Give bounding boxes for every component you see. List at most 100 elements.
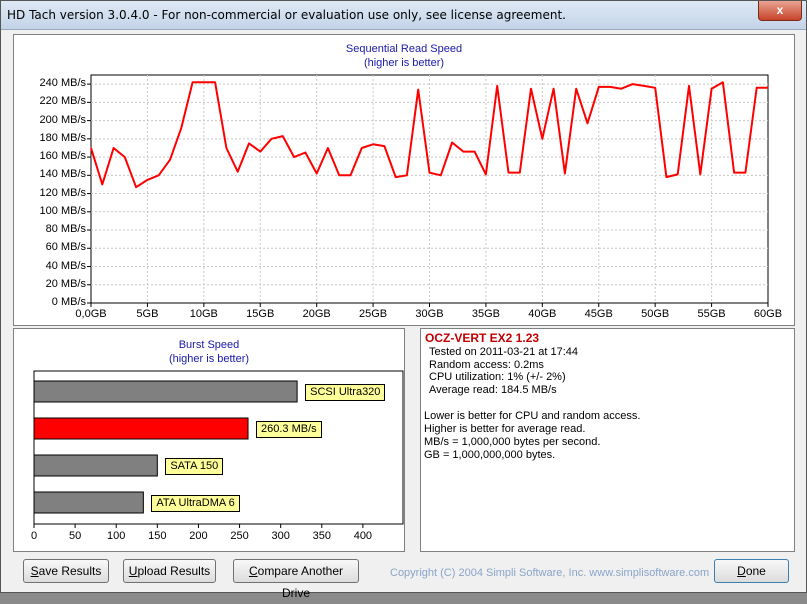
burst-bar-label: ATA UltraDMA 6 <box>151 495 240 512</box>
seq-data-point <box>259 151 261 153</box>
drive-name: OCZ-VERT EX2 1.23 <box>425 331 540 345</box>
burst-speed-panel: Burst Speed (higher is better) SCSI Ultr… <box>13 328 405 552</box>
seq-data-point <box>338 174 340 176</box>
seq-data-point <box>519 171 521 174</box>
save-label: ave Results <box>38 564 102 578</box>
burst-bar-label: 260.3 MB/s <box>256 421 322 438</box>
tested-on: Tested on 2011-03-21 at 17:44 <box>429 346 579 358</box>
burst-speed-chart <box>33 370 404 528</box>
note-cpu: Lower is better for CPU and random acces… <box>424 410 641 422</box>
note-avg: Higher is better for average read. <box>424 423 586 435</box>
window-title: HD Tach version 3.0.4.0 - For non-commer… <box>7 8 566 22</box>
seq-data-point <box>699 173 701 176</box>
burst-xtick-label: 150 <box>148 530 167 542</box>
seq-data-point <box>756 87 758 89</box>
burst-bar-label: SATA 150 <box>165 458 224 475</box>
burst-bar <box>33 417 249 440</box>
seq-data-point <box>417 88 419 91</box>
seq-data-point <box>474 151 476 153</box>
seq-data-point <box>383 145 385 147</box>
sequential-read-panel: Sequential Read Speed (higher is better)… <box>13 34 795 326</box>
upload-results-button[interactable]: Upload Results <box>123 559 216 583</box>
copyright-text[interactable]: Copyright (C) 2004 Simpli Software, Inc.… <box>390 567 709 579</box>
seq-data-point <box>507 171 510 174</box>
seq-data-point <box>180 127 182 129</box>
seq-data-point <box>643 85 645 87</box>
seq-data-point <box>496 85 498 87</box>
seq-data-point <box>598 86 600 88</box>
done-accel: D <box>737 564 746 578</box>
seq-data-point <box>530 88 532 90</box>
seq-data-point <box>428 171 431 174</box>
seq-data-point <box>237 171 239 173</box>
seq-data-point <box>270 138 273 140</box>
burst-xtick-label: 400 <box>353 530 373 542</box>
upload-label: pload Results <box>137 564 211 578</box>
seq-data-point <box>406 174 408 176</box>
seq-data-point <box>665 176 668 178</box>
seq-data-point <box>564 172 566 175</box>
seq-data-point <box>609 86 611 88</box>
compare-accel: C <box>248 564 258 578</box>
cpu-utilization: CPU utilization: 1% (+/- 2%) <box>429 371 566 383</box>
seq-data-point <box>203 81 205 83</box>
seq-data-point <box>169 159 171 161</box>
seq-data-point <box>191 81 194 83</box>
seq-data-point <box>90 147 92 149</box>
save-accel: S <box>30 564 39 578</box>
app-window: HD Tach version 3.0.4.0 - For non-commer… <box>0 0 807 600</box>
close-button[interactable]: x <box>758 1 802 21</box>
seq-data-point <box>225 147 227 149</box>
burst-xtick-label: 0 <box>30 530 38 542</box>
compare-another-drive-button[interactable]: Compare Another Drive <box>233 559 359 600</box>
title-bar[interactable]: HD Tach version 3.0.4.0 - For non-commer… <box>1 1 806 30</box>
seq-data-point <box>112 147 115 149</box>
burst-bar <box>33 491 144 514</box>
seq-data-point <box>541 138 543 140</box>
burst-bar <box>33 380 298 403</box>
seq-data-point <box>304 151 306 154</box>
seq-data-point <box>158 174 160 176</box>
seq-data-point <box>146 179 149 181</box>
seq-data-point <box>733 171 735 174</box>
seq-data-point <box>654 87 656 89</box>
burst-xtick-label: 300 <box>271 530 290 542</box>
seq-data-point <box>248 142 250 144</box>
seq-data-point <box>744 171 747 174</box>
seq-data-point <box>372 143 374 145</box>
seq-data-point <box>214 81 216 83</box>
seq-data-point <box>632 83 634 85</box>
seq-data-point <box>462 151 464 153</box>
seq-data-point <box>101 183 103 186</box>
burst-bar <box>33 454 158 477</box>
burst-bar-label: SCSI Ultra320 <box>305 384 386 401</box>
seq-data-point <box>451 141 453 144</box>
seq-data-point <box>677 173 679 176</box>
seq-data-point <box>349 174 352 176</box>
seq-data-point <box>710 88 713 90</box>
compare-label: ompare Another Drive <box>257 564 344 600</box>
burst-xtick-label: 350 <box>312 530 331 542</box>
seq-data-point <box>586 122 589 124</box>
seq-data-point <box>135 186 137 188</box>
seq-data-point <box>620 88 622 90</box>
save-results-button[interactable]: Save Results <box>23 559 109 583</box>
seq-data-point <box>722 81 724 83</box>
burst-xtick-label: 200 <box>189 530 208 542</box>
burst-xtick-label: 50 <box>68 530 82 542</box>
seq-data-point <box>395 176 397 178</box>
random-access: Random access: 0.2ms <box>429 359 544 371</box>
seq-data-point <box>440 174 442 176</box>
seq-data-point <box>575 88 577 90</box>
note-gb: GB = 1,000,000,000 bytes. <box>424 449 556 461</box>
average-read: Average read: 184.5 MB/s <box>429 384 557 396</box>
seq-data-point <box>316 172 318 175</box>
note-mbs: MB/s = 1,000,000 bytes per second. <box>424 436 601 448</box>
burst-xtick-label: 100 <box>107 530 126 542</box>
seq-data-point <box>327 147 329 149</box>
seq-data-point <box>688 85 690 87</box>
seq-data-point <box>361 147 363 149</box>
done-button[interactable]: Done <box>714 559 789 583</box>
seq-data-point <box>485 173 487 176</box>
done-label: one <box>745 564 766 578</box>
